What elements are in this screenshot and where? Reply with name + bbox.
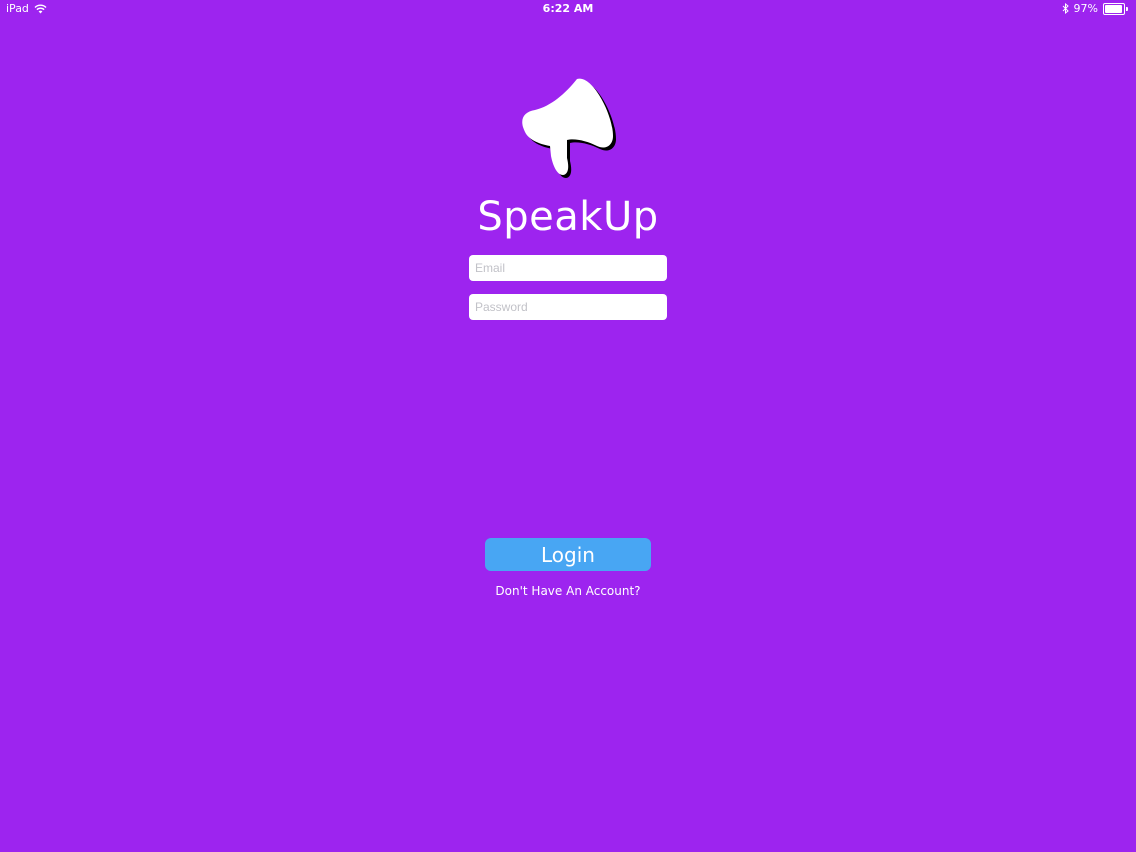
signup-link[interactable]: Don't Have An Account? xyxy=(0,584,1136,598)
battery-tip xyxy=(1126,6,1128,11)
bluetooth-icon xyxy=(1062,3,1069,14)
battery-percent: 97% xyxy=(1073,2,1098,15)
status-bar: iPad 6:22 AM 97% xyxy=(0,0,1136,18)
battery-icon xyxy=(1103,2,1125,15)
megaphone-icon xyxy=(522,78,616,178)
status-time: 6:22 AM xyxy=(542,2,594,15)
battery-fill xyxy=(1105,4,1123,13)
login-button[interactable]: Login xyxy=(485,538,651,571)
status-right: 97% xyxy=(1062,2,1128,15)
email-field[interactable] xyxy=(469,255,667,281)
password-field[interactable] xyxy=(469,294,667,320)
app-title: SpeakUp xyxy=(477,194,659,240)
